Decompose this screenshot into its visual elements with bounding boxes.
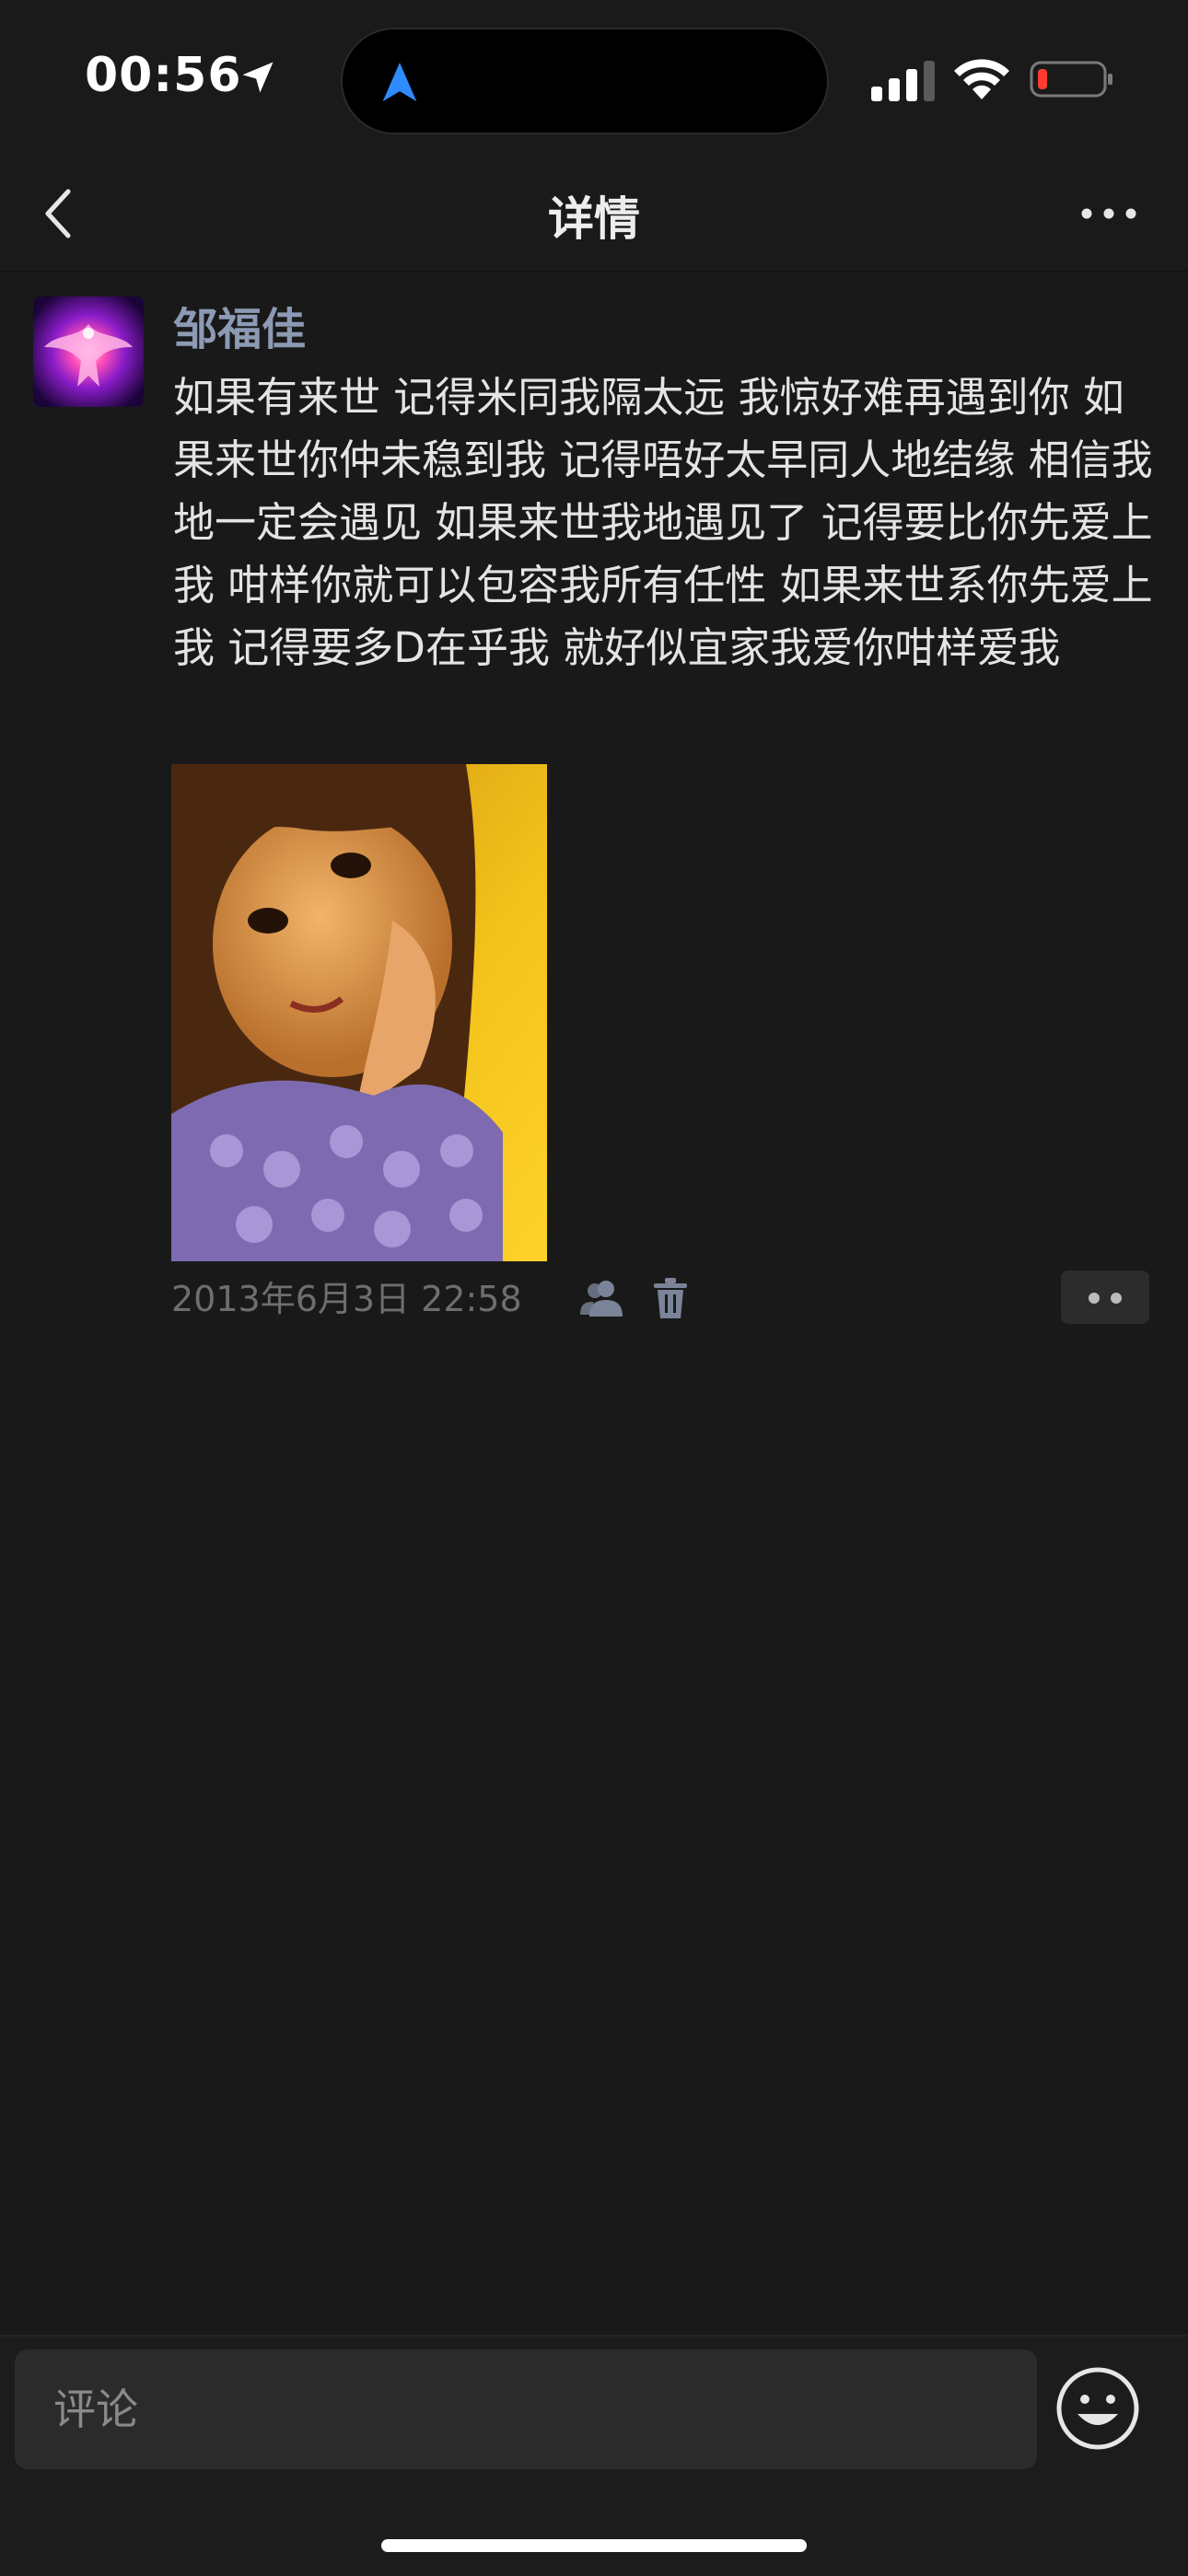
emoji-icon[interactable] [1055, 2366, 1140, 2451]
photo-image [171, 764, 547, 1261]
post-timestamp: 2013年6月3日 22:58 [171, 1279, 522, 1319]
dot [1089, 1293, 1100, 1304]
navigation-icon [382, 63, 417, 102]
dot [1111, 1293, 1122, 1304]
dynamic-island [341, 28, 829, 134]
location-arrow-icon [242, 62, 274, 93]
phoenix-avatar-image [33, 296, 144, 407]
status-time: 00:56 [85, 48, 242, 103]
wifi-icon [954, 59, 1009, 99]
page-title: 详情 [548, 192, 640, 246]
home-indicator [381, 2539, 807, 2552]
comment-input[interactable] [15, 2350, 1037, 2469]
post-photo[interactable] [171, 764, 547, 1261]
comment-dots-icon[interactable] [1061, 1271, 1149, 1324]
post-text: 如果有来世 记得米同我隔太远 我惊好难再遇到你 如果来世你仲未稳到我 记得唔好太… [173, 373, 1153, 672]
post-username[interactable]: 邹福佳 [173, 293, 306, 357]
avatar[interactable] [33, 296, 144, 407]
battery-icon [1030, 61, 1112, 98]
friends-visibility-icon[interactable] [578, 1278, 624, 1318]
trash-icon[interactable] [652, 1276, 689, 1320]
navigation-bar: 详情 [0, 157, 1188, 273]
status-bar: 00:56 [0, 0, 1188, 157]
signal-icon [871, 61, 935, 101]
more-dots-icon[interactable] [1079, 193, 1138, 234]
